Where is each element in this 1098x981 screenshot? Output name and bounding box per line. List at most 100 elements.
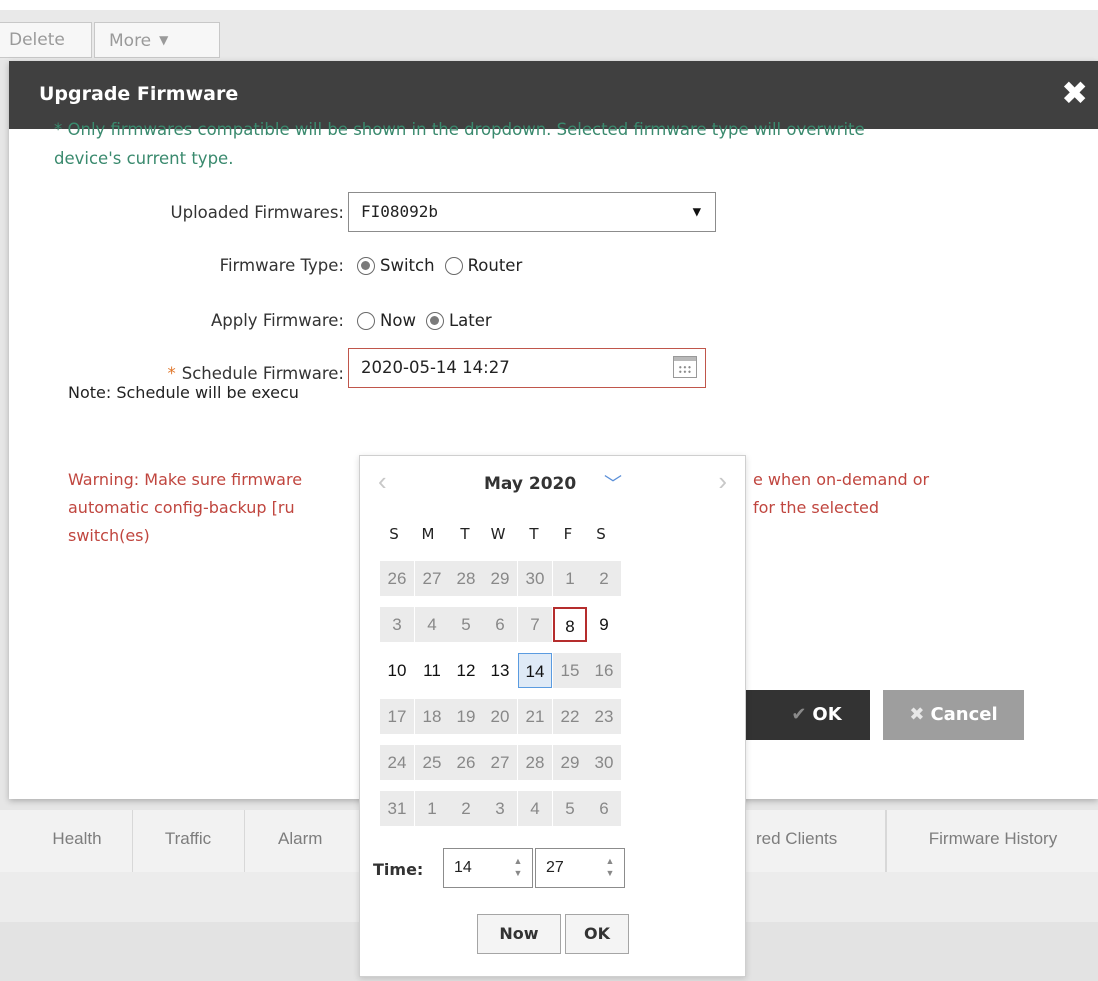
calendar-day[interactable]: 10	[380, 653, 414, 688]
calendar-day[interactable]: 1	[553, 561, 587, 596]
calendar-day[interactable]: 23	[587, 699, 621, 734]
calendar-day[interactable]: 11	[415, 653, 449, 688]
apply-firmware-group: Now Later	[357, 311, 502, 330]
firmware-type-router[interactable]: Router	[444, 256, 522, 275]
calendar-day[interactable]: 26	[380, 561, 414, 596]
calendar-day[interactable]: 17	[380, 699, 414, 734]
toolbar: Delete More ▼	[0, 0, 1098, 60]
weekday-label: T	[529, 525, 539, 543]
info-line-2: device's current type.	[54, 149, 234, 168]
weekday-label: S	[596, 525, 606, 543]
calendar-day[interactable]: 19	[449, 699, 483, 734]
calendar-day[interactable]: 24	[380, 745, 414, 780]
calendar-day[interactable]: 22	[553, 699, 587, 734]
warning-line-3: switch(es)	[68, 526, 150, 545]
calendar-day[interactable]: 3	[380, 607, 414, 642]
schedule-label-text: Schedule Firmware:	[181, 364, 344, 383]
close-icon[interactable]: ✖	[1061, 75, 1088, 111]
firmware-type-group: Switch Router	[357, 256, 532, 275]
warning-line-1: Warning: Make sure firmware	[68, 470, 303, 489]
prev-month-icon[interactable]: ‹	[378, 466, 387, 497]
caret-down-icon: ▼	[159, 33, 169, 47]
month-label[interactable]: May 2020	[484, 474, 576, 494]
calendar-ok-button[interactable]: OK	[565, 914, 629, 954]
radio-unchecked-icon[interactable]	[357, 311, 375, 330]
calendar-day[interactable]: 5	[449, 607, 483, 642]
schedule-datetime-input[interactable]: 2020-05-14 14:27	[348, 348, 706, 388]
calendar-day[interactable]: 26	[449, 745, 483, 780]
minute-spinner[interactable]: 27 ▲ ▼	[535, 848, 625, 888]
calendar-day[interactable]: 29	[483, 561, 517, 596]
spinner-arrows-icon[interactable]: ▲ ▼	[510, 855, 526, 881]
month-dropdown-icon[interactable]: ﹀	[604, 470, 622, 496]
apply-firmware-later[interactable]: Later	[425, 311, 492, 330]
firmware-type-switch[interactable]: Switch	[357, 256, 435, 275]
calendar-icon[interactable]	[673, 356, 697, 378]
tab-alarm[interactable]: Alarm	[244, 810, 360, 872]
spinner-arrows-icon[interactable]: ▲ ▼	[602, 855, 618, 881]
calendar-day[interactable]: 16	[587, 653, 621, 688]
schedule-firmware-label: * Schedule Firmware:	[14, 364, 345, 383]
radio-checked-icon[interactable]	[425, 311, 444, 330]
next-month-icon[interactable]: ›	[718, 466, 727, 497]
calendar-day[interactable]: 18	[415, 699, 449, 734]
calendar-day[interactable]: 30	[587, 745, 621, 780]
calendar-day[interactable]: 31	[380, 791, 414, 826]
today-day[interactable]: 8	[553, 607, 587, 642]
cancel-button[interactable]: ✖ Cancel	[883, 690, 1024, 740]
more-button[interactable]: More ▼	[94, 22, 220, 58]
calendar-day[interactable]: 3	[483, 791, 517, 826]
weekday-label: S	[389, 525, 399, 543]
calendar-day[interactable]: 27	[415, 561, 449, 596]
calendar-day[interactable]: 5	[553, 791, 587, 826]
calendar-day[interactable]: 28	[449, 561, 483, 596]
cancel-label: Cancel	[930, 704, 998, 725]
calendar-day[interactable]: 29	[553, 745, 587, 780]
ok-label: OK	[812, 704, 842, 725]
calendar-day[interactable]: 12	[449, 653, 483, 688]
weekday-label: T	[460, 525, 470, 543]
calendar-day[interactable]: 7	[518, 607, 552, 642]
date-picker: ‹ May 2020 ﹀ › SMTWTFS 26 27 28 29 30 1 2 3 4 5 6 7…	[359, 455, 746, 977]
uploaded-firmwares-value: FI08092b	[361, 202, 439, 221]
calendar-day[interactable]: 21	[518, 699, 552, 734]
tab-traffic[interactable]: Traffic	[132, 810, 245, 872]
calendar-day[interactable]: 4	[415, 607, 449, 642]
warning-line-1-right: e when on-demand or	[753, 470, 930, 489]
time-label: Time:	[373, 860, 424, 879]
calendar-day[interactable]: 9	[587, 607, 621, 642]
calendar-day[interactable]: 25	[415, 745, 449, 780]
calendar-day[interactable]: 2	[587, 561, 621, 596]
calendar-day[interactable]: 4	[518, 791, 552, 826]
apply-firmware-now[interactable]: Now	[357, 311, 416, 330]
calendar-day[interactable]: 27	[483, 745, 517, 780]
calendar-day[interactable]: 6	[587, 791, 621, 826]
tab-health[interactable]: Health	[22, 810, 133, 872]
weekday-label: W	[490, 525, 506, 543]
calendar-day[interactable]: 20	[483, 699, 517, 734]
tab-wired-clients[interactable]: red Clients	[746, 810, 886, 872]
tab-firmware-history[interactable]: Firmware History	[886, 810, 1098, 872]
calendar-day[interactable]: 1	[415, 791, 449, 826]
later-label: Later	[448, 311, 492, 330]
calendar-day[interactable]: 28	[518, 745, 552, 780]
calendar-day[interactable]: 13	[483, 653, 517, 688]
calendar-day[interactable]: 2	[449, 791, 483, 826]
ok-button[interactable]: ✔ OK	[743, 690, 870, 740]
more-label: More	[109, 31, 152, 51]
hour-spinner[interactable]: 14 ▲ ▼	[443, 848, 533, 888]
apply-firmware-label: Apply Firmware:	[210, 311, 344, 330]
dropdown-arrow-icon: ▼	[692, 204, 701, 220]
calendar-day[interactable]: 30	[518, 561, 552, 596]
calendar-day[interactable]: 15	[553, 653, 587, 688]
now-button[interactable]: Now	[477, 914, 561, 954]
uploaded-firmwares-select[interactable]: FI08092b ▼	[348, 192, 716, 232]
radio-unchecked-icon[interactable]	[444, 256, 463, 275]
calendar-day[interactable]: 6	[483, 607, 517, 642]
selected-day[interactable]: 14	[518, 653, 552, 688]
delete-button[interactable]: Delete	[0, 22, 92, 58]
required-mark: *	[167, 364, 176, 383]
info-line-1: * Only firmwares compatible will be show…	[54, 120, 865, 139]
radio-checked-icon[interactable]	[357, 256, 375, 275]
uploaded-firmwares-label: Uploaded Firmwares:	[170, 203, 344, 222]
